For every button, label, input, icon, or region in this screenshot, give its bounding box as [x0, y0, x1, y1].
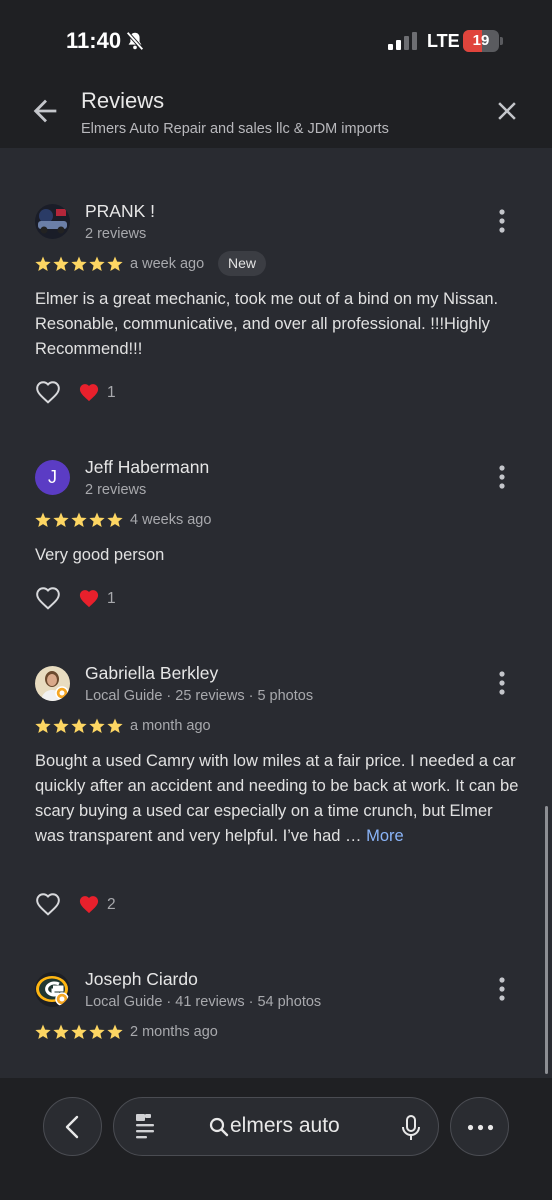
like-heart-icon[interactable] [35, 892, 61, 916]
reviewer-name[interactable]: Jeff Habermann [85, 457, 209, 478]
avatar[interactable]: J [35, 460, 70, 495]
status-time: 11:40 [66, 28, 122, 53]
more-options-icon[interactable] [492, 464, 512, 490]
avatar[interactable] [35, 972, 70, 1007]
more-horizontal-icon [467, 1124, 494, 1131]
new-badge: New [218, 251, 267, 276]
heart-reaction-icon [79, 896, 99, 914]
star-icon [35, 718, 51, 733]
review-text-body: Bought a used Camry with low miles at a … [35, 752, 519, 845]
reaction-count: 1 [107, 590, 116, 607]
bottom-bar: elmers auto [0, 1078, 552, 1200]
reviewer-name[interactable]: PRANK ! [85, 201, 155, 222]
reviews-list[interactable]: PRANK ! 2 reviews a week ago New Elmer i… [0, 148, 552, 1078]
review-text: Very good person [35, 546, 165, 564]
search-bar[interactable]: elmers auto [113, 1097, 439, 1156]
star-rating [35, 256, 123, 271]
review-time: a month ago [130, 718, 211, 734]
review-text: Bought a used Camry with low miles at a … [35, 749, 525, 849]
signal-icon [388, 32, 417, 50]
bell-off-icon [126, 31, 144, 51]
star-rating [35, 1024, 123, 1039]
more-link[interactable]: More [366, 827, 404, 845]
back-arrow-icon[interactable] [28, 94, 62, 128]
review-time: 2 months ago [130, 1024, 218, 1040]
star-icon [89, 512, 105, 527]
page-summary-icon[interactable] [133, 1112, 157, 1142]
heart-reaction-icon [79, 384, 99, 402]
reviewer-meta: 2 reviews [85, 226, 147, 242]
close-icon[interactable] [492, 96, 522, 126]
star-icon [71, 1024, 87, 1039]
star-icon [71, 512, 87, 527]
star-icon [35, 1024, 51, 1039]
star-icon [89, 256, 105, 271]
microphone-icon[interactable] [400, 1114, 422, 1142]
avatar[interactable] [35, 666, 70, 701]
avatar-letter: J [48, 467, 57, 487]
status-bar: 11:40 LTE 19 [0, 0, 552, 82]
more-options-icon[interactable] [492, 976, 512, 1002]
like-heart-icon[interactable] [35, 380, 61, 404]
network-type: LTE [427, 31, 460, 51]
reaction-count: 1 [107, 384, 116, 401]
like-heart-icon[interactable] [35, 586, 61, 610]
star-icon [53, 718, 69, 733]
battery-icon: 19 [463, 30, 503, 52]
review-time: a week ago [130, 256, 205, 272]
star-icon [71, 256, 87, 271]
star-icon [35, 256, 51, 271]
heart-reaction-icon [79, 590, 99, 608]
star-icon [35, 512, 51, 527]
star-icon [53, 1024, 69, 1039]
battery-level: 19 [472, 32, 490, 49]
reviewer-meta: Local Guide · 41 reviews · 54 photos [85, 994, 322, 1010]
star-icon [107, 718, 123, 733]
search-icon [209, 1117, 229, 1137]
more-menu-button[interactable] [450, 1097, 509, 1156]
browser-back-button[interactable] [43, 1097, 102, 1156]
star-icon [107, 256, 123, 271]
scrollbar[interactable] [545, 806, 548, 1074]
star-icon [107, 512, 123, 527]
star-icon [89, 1024, 105, 1039]
header: Reviews Elmers Auto Repair and sales llc… [0, 82, 552, 148]
chevron-left-icon [65, 1115, 79, 1139]
star-rating [35, 718, 123, 733]
reviewer-meta: 2 reviews [85, 482, 147, 498]
star-icon [89, 718, 105, 733]
avatar[interactable] [35, 204, 70, 239]
review-time: 4 weeks ago [130, 512, 212, 528]
page-subtitle: Elmers Auto Repair and sales llc & JDM i… [81, 121, 389, 137]
page-title: Reviews [81, 88, 165, 113]
reviewer-meta: Local Guide · 25 reviews · 5 photos [85, 688, 314, 704]
review-text: Elmer is a great mechanic, took me out o… [35, 290, 499, 358]
star-rating [35, 512, 123, 527]
search-query[interactable]: elmers auto [230, 1114, 340, 1138]
more-options-icon[interactable] [492, 208, 512, 234]
star-icon [53, 512, 69, 527]
star-icon [71, 718, 87, 733]
more-options-icon[interactable] [492, 670, 512, 696]
star-icon [107, 1024, 123, 1039]
reviewer-name[interactable]: Gabriella Berkley [85, 663, 218, 684]
reaction-count: 2 [107, 896, 116, 913]
star-icon [53, 256, 69, 271]
reviewer-name[interactable]: Joseph Ciardo [85, 969, 198, 990]
